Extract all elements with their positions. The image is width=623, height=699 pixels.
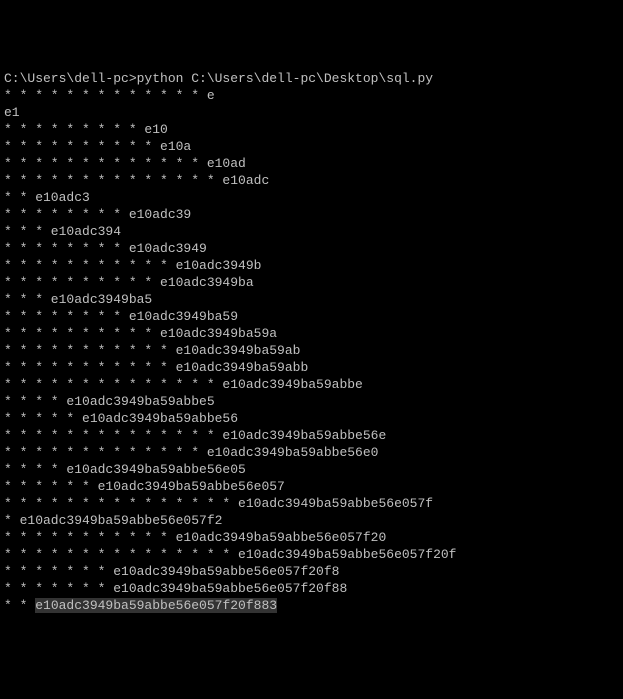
terminal-output-line: e1 xyxy=(4,104,619,121)
terminal-output-line: * * * * * * * e10adc3949ba59abbe56e057f2… xyxy=(4,563,619,580)
terminal-output-line: * * * e10adc394 xyxy=(4,223,619,240)
terminal-output-line: * * * * * * * * e10adc3949 xyxy=(4,240,619,257)
terminal-output-line: * * * * * * * * e10adc39 xyxy=(4,206,619,223)
terminal-output-line: * * * * * * * * * * * * * * e10adc xyxy=(4,172,619,189)
terminal-output-line: * * * * * * * * * * * e10adc3949ba59abbe… xyxy=(4,529,619,546)
terminal-output-line: * * * * * * * * * * * e10adc3949ba59abb xyxy=(4,359,619,376)
terminal-output-line: * e10adc3949ba59abbe56e057f2 xyxy=(4,512,619,529)
terminal-output-line: * * * * * * * * * * e10a xyxy=(4,138,619,155)
terminal-output-line: * * * * * * * * * * * e10adc3949ba59ab xyxy=(4,342,619,359)
terminal-output-line: * * * * * * e10adc3949ba59abbe56e057 xyxy=(4,478,619,495)
terminal-output-line: * * * * * * * * * * * e10adc3949b xyxy=(4,257,619,274)
command-prompt-line: C:\Users\dell-pc>python C:\Users\dell-pc… xyxy=(4,70,619,87)
terminal-output-line: * * * * * * * * * * * * * e10ad xyxy=(4,155,619,172)
terminal-output-line: * * * * * * * * * * e10adc3949ba xyxy=(4,274,619,291)
terminal-output-line: * * * * * * * * * * e10adc3949ba59a xyxy=(4,325,619,342)
terminal-output-line: * * * * * * * e10adc3949ba59abbe56e057f2… xyxy=(4,580,619,597)
highlighted-hash: e10adc3949ba59abbe56e057f20f883 xyxy=(35,598,277,613)
terminal-output-line: * * * * * * * * e10adc3949ba59 xyxy=(4,308,619,325)
terminal-output-line: * * * * * e10adc3949ba59abbe56 xyxy=(4,410,619,427)
terminal-output-line: * * * * * * * * * * * * * * e10adc3949ba… xyxy=(4,376,619,393)
terminal-output-line: * * * * * * * * * * * * * * * e10adc3949… xyxy=(4,546,619,563)
terminal-output-line: * * * * e10adc3949ba59abbe56e05 xyxy=(4,461,619,478)
terminal-output-line: * * * * e10adc3949ba59abbe5 xyxy=(4,393,619,410)
terminal-output-line: * * e10adc3 xyxy=(4,189,619,206)
terminal-output: * * * * * * * * * * * * * ee1* * * * * *… xyxy=(4,87,619,614)
terminal-output-line: * * e10adc3949ba59abbe56e057f20f883 xyxy=(4,597,619,614)
terminal-output-line: * * * * * * * * * * * * * e xyxy=(4,87,619,104)
terminal-output-line: * * * * * * * * * * * * * e10adc3949ba59… xyxy=(4,444,619,461)
terminal-output-line: * * * * * * * * * e10 xyxy=(4,121,619,138)
terminal-output-line: * * * * * * * * * * * * * * e10adc3949ba… xyxy=(4,427,619,444)
terminal-output-line: * * * * * * * * * * * * * * * e10adc3949… xyxy=(4,495,619,512)
terminal-output-line: * * * e10adc3949ba5 xyxy=(4,291,619,308)
